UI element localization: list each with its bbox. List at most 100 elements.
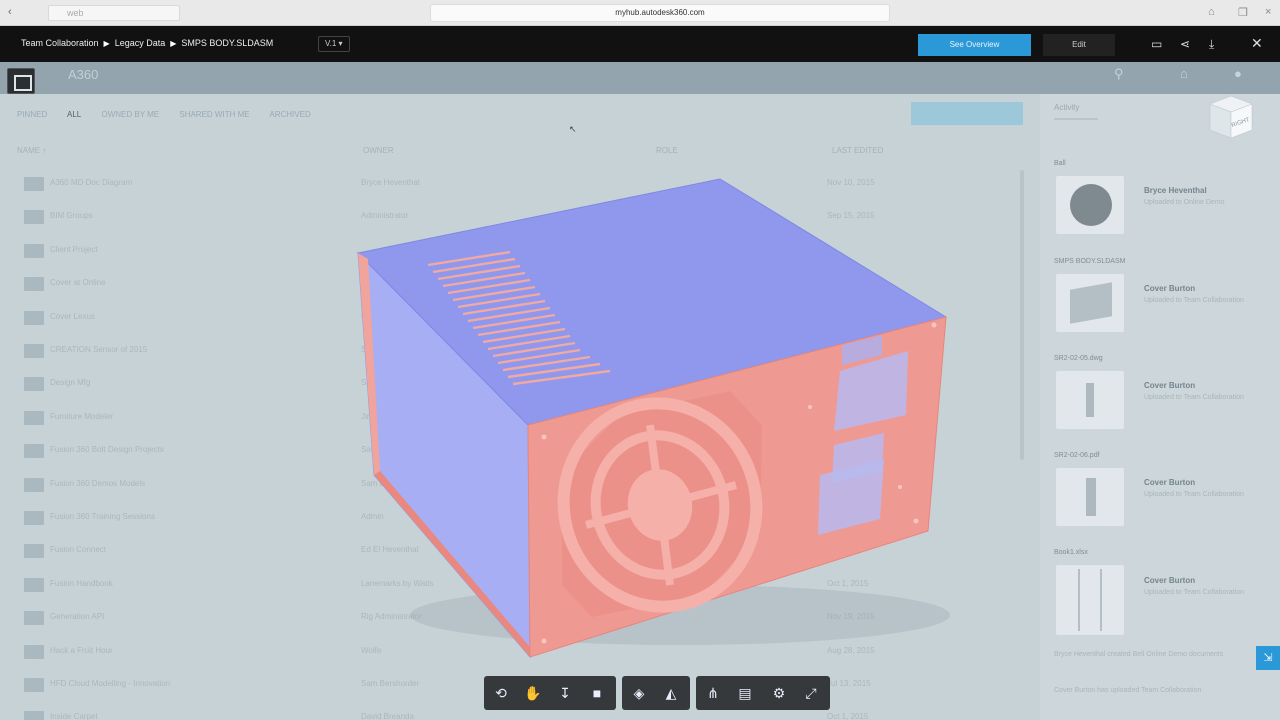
window-icon[interactable]: ❐ xyxy=(1238,6,1248,19)
activity-user[interactable]: Bryce Heventhal xyxy=(1144,186,1207,195)
activity-section-label: SR2-02-05.dwg xyxy=(1054,355,1103,362)
camera-icon[interactable]: ■ xyxy=(586,683,608,703)
search-icon[interactable]: ⚲ xyxy=(1114,66,1124,82)
activity-user[interactable]: Cover Burton xyxy=(1144,478,1195,487)
see-overview-button[interactable]: See Overview xyxy=(918,34,1031,56)
cell-name: Fusion Connect xyxy=(50,545,107,555)
toolbar-group-model: ⋔ ▤ ⚙ ⤢ xyxy=(696,676,830,710)
folder-icon xyxy=(24,611,44,626)
back-arrow-icon[interactable]: ‹ xyxy=(8,6,12,18)
cell-date: Oct 1, 2015 xyxy=(827,712,869,720)
activity-thumbnail[interactable] xyxy=(1056,371,1124,429)
activity-user[interactable]: Cover Burton xyxy=(1144,576,1195,585)
settings-icon[interactable]: ⚙ xyxy=(768,683,790,703)
tab-pinned[interactable]: PINNED xyxy=(17,110,47,119)
home-icon[interactable]: ⌂ xyxy=(1208,6,1215,18)
toolbar-group-navigation: ⟲ ✋ ↧ ■ xyxy=(484,676,616,710)
zoom-icon[interactable]: ↧ xyxy=(554,683,576,703)
filter-tabs: PINNED ALL OWNED BY ME SHARED WITH ME AR… xyxy=(17,110,329,119)
breadcrumb-item[interactable]: Team Collaboration xyxy=(21,38,99,48)
search-placeholder: web xyxy=(67,8,84,18)
folder-icon xyxy=(24,511,44,525)
activity-section-label: Book1.xlsx xyxy=(1054,549,1088,556)
folder-icon xyxy=(24,310,44,325)
cell-name: Cover at Online xyxy=(50,278,106,288)
browser-bar: ‹ web myhub.autodesk360.com ⌂ ❐ × xyxy=(0,0,1280,26)
activity-thumbnail[interactable] xyxy=(1056,468,1124,526)
column-header-owner[interactable]: OWNER xyxy=(363,146,394,155)
activity-user[interactable]: Cover Burton xyxy=(1144,284,1195,293)
mouse-cursor: ↖ xyxy=(569,124,577,134)
explode-icon[interactable]: ◈ xyxy=(628,683,650,703)
activity-section-label: SMPS BODY.SLDASM xyxy=(1054,258,1126,265)
view-cube[interactable]: RIGHT xyxy=(1208,94,1254,140)
tab-owned[interactable]: OWNED BY ME xyxy=(101,110,159,119)
model-browser-icon[interactable]: ⋔ xyxy=(702,683,724,703)
download-icon[interactable]: ⤓ xyxy=(1209,37,1214,52)
chevron-down-icon: ▾ xyxy=(338,39,343,48)
cell-name: Client Project xyxy=(50,244,98,254)
tab-shared[interactable]: SHARED WITH ME xyxy=(179,110,249,119)
version-select[interactable]: V.1 ▾ xyxy=(318,36,350,52)
folder-icon xyxy=(24,644,44,659)
activity-user[interactable]: Cover Burton xyxy=(1144,381,1195,390)
share-icon[interactable]: ⋖ xyxy=(1180,37,1190,51)
cell-name: BIM Groups xyxy=(50,211,93,221)
breadcrumb-item[interactable]: SMPS BODY.SLDASM xyxy=(181,38,273,48)
folder-icon xyxy=(24,711,44,720)
viewer-header: Team Collaboration ▶ Legacy Data ▶ SMPS BODY… xyxy=(0,26,1280,62)
breadcrumb-item[interactable]: Legacy Data xyxy=(115,38,166,48)
folder-icon xyxy=(24,177,44,191)
measure-icon[interactable]: ◭ xyxy=(660,683,682,703)
activity-thumbnail[interactable] xyxy=(1056,176,1124,234)
orbit-icon[interactable]: ⟲ xyxy=(490,683,512,703)
folder-icon xyxy=(24,243,44,258)
browser-search-input[interactable]: web xyxy=(48,5,180,21)
edit-button[interactable]: Edit xyxy=(1043,34,1115,56)
cell-name: Fusion Handbook xyxy=(50,578,113,588)
scrollbar[interactable] xyxy=(1020,170,1024,460)
activity-desc: Uploaded to Team Collaboration xyxy=(1144,297,1244,304)
properties-icon[interactable]: ▤ xyxy=(734,683,756,703)
activity-desc: Uploaded to Online Demo xyxy=(1144,199,1225,206)
folder-icon xyxy=(24,678,44,692)
folder-icon xyxy=(24,544,44,559)
pan-icon[interactable]: ✋ xyxy=(522,683,544,703)
tab-activity[interactable]: Activity xyxy=(1054,103,1098,120)
chat-icon[interactable]: ▭ xyxy=(1151,37,1162,51)
cell-owner: David Breanda xyxy=(361,712,414,720)
tab-all[interactable]: ALL xyxy=(67,110,81,119)
activity-desc: Uploaded to Team Collaboration xyxy=(1144,589,1244,596)
create-button[interactable] xyxy=(911,102,1023,125)
activity-footer: Cover Burton has uploaded Team Collabora… xyxy=(1054,687,1202,694)
folder-icon xyxy=(24,410,44,425)
folder-icon xyxy=(24,477,44,492)
column-header-date[interactable]: LAST EDITED xyxy=(832,146,883,155)
cell-name: Fusion 360 Training Sessions xyxy=(50,512,155,521)
cell-name: Generation API xyxy=(50,612,105,622)
column-header-name[interactable]: NAME ↑ xyxy=(17,146,46,155)
cell-name: Design Mfg xyxy=(50,378,91,388)
activity-thumbnail[interactable] xyxy=(1056,274,1124,332)
table-row[interactable]: Inside Carpet David Breanda Oct 1, 2015 xyxy=(24,708,884,720)
folder-icon xyxy=(24,277,44,292)
fullscreen-icon[interactable]: ⤢ xyxy=(800,683,822,703)
address-bar[interactable]: myhub.autodesk360.com xyxy=(430,4,890,22)
close-icon[interactable]: ✕ xyxy=(1251,35,1263,52)
cell-name: HFD Cloud Modelling - Innovation xyxy=(50,679,171,688)
cell-name: Cover Lexus xyxy=(50,311,95,321)
cell-date: Jul 13, 2015 xyxy=(827,679,871,688)
3d-model[interactable] xyxy=(350,175,950,665)
tab-archived[interactable]: ARCHIVED xyxy=(269,110,310,119)
image-icon[interactable] xyxy=(7,68,35,94)
toolbar-group-tools: ◈ ◭ xyxy=(622,676,690,710)
browser-close-icon[interactable]: × xyxy=(1265,6,1271,18)
column-header-role[interactable]: ROLE xyxy=(656,146,678,155)
home-icon[interactable]: ⌂ xyxy=(1180,66,1188,81)
cell-name: Fusion 360 Demos Models xyxy=(50,478,146,488)
folder-icon xyxy=(24,444,44,459)
activity-thumbnail[interactable] xyxy=(1056,565,1124,635)
app-logo: A360 xyxy=(68,67,99,82)
feedback-button[interactable]: ⇲ xyxy=(1256,646,1280,670)
avatar[interactable]: ● xyxy=(1234,66,1242,81)
